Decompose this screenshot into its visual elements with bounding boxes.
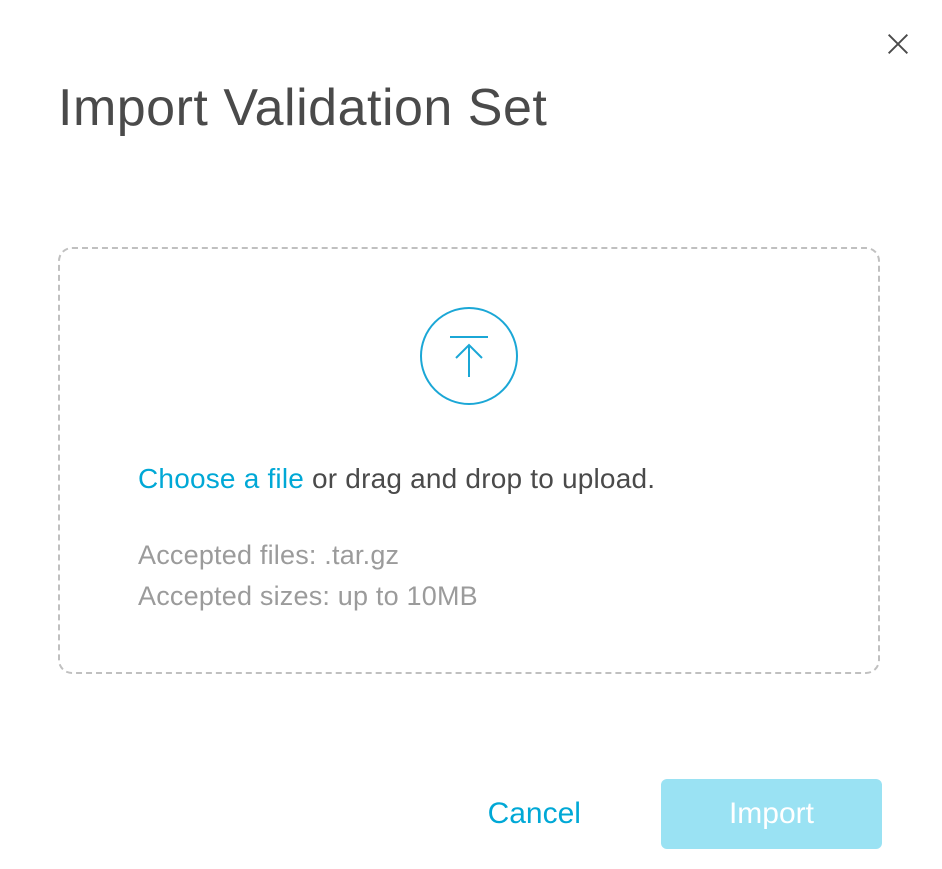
- upload-icon-circle: [420, 307, 518, 405]
- accepted-files-line: Accepted files: .tar.gz: [138, 535, 800, 576]
- upload-icon: [442, 329, 496, 383]
- file-dropzone[interactable]: Choose a file or drag and drop to upload…: [58, 247, 880, 674]
- accepted-sizes-line: Accepted sizes: up to 10MB: [138, 576, 800, 617]
- drag-drop-suffix: or drag and drop to upload.: [304, 463, 655, 494]
- dropzone-text-block: Choose a file or drag and drop to upload…: [60, 463, 878, 616]
- dialog-title: Import Validation Set: [58, 78, 547, 138]
- dialog-button-row: Cancel Import: [468, 779, 882, 849]
- close-icon: [884, 30, 912, 58]
- close-button[interactable]: [882, 28, 914, 60]
- dropzone-info: Accepted files: .tar.gz Accepted sizes: …: [138, 535, 800, 616]
- choose-file-link[interactable]: Choose a file: [138, 463, 304, 494]
- dropzone-instruction: Choose a file or drag and drop to upload…: [138, 463, 800, 495]
- import-button[interactable]: Import: [661, 779, 882, 849]
- cancel-button[interactable]: Cancel: [468, 787, 601, 841]
